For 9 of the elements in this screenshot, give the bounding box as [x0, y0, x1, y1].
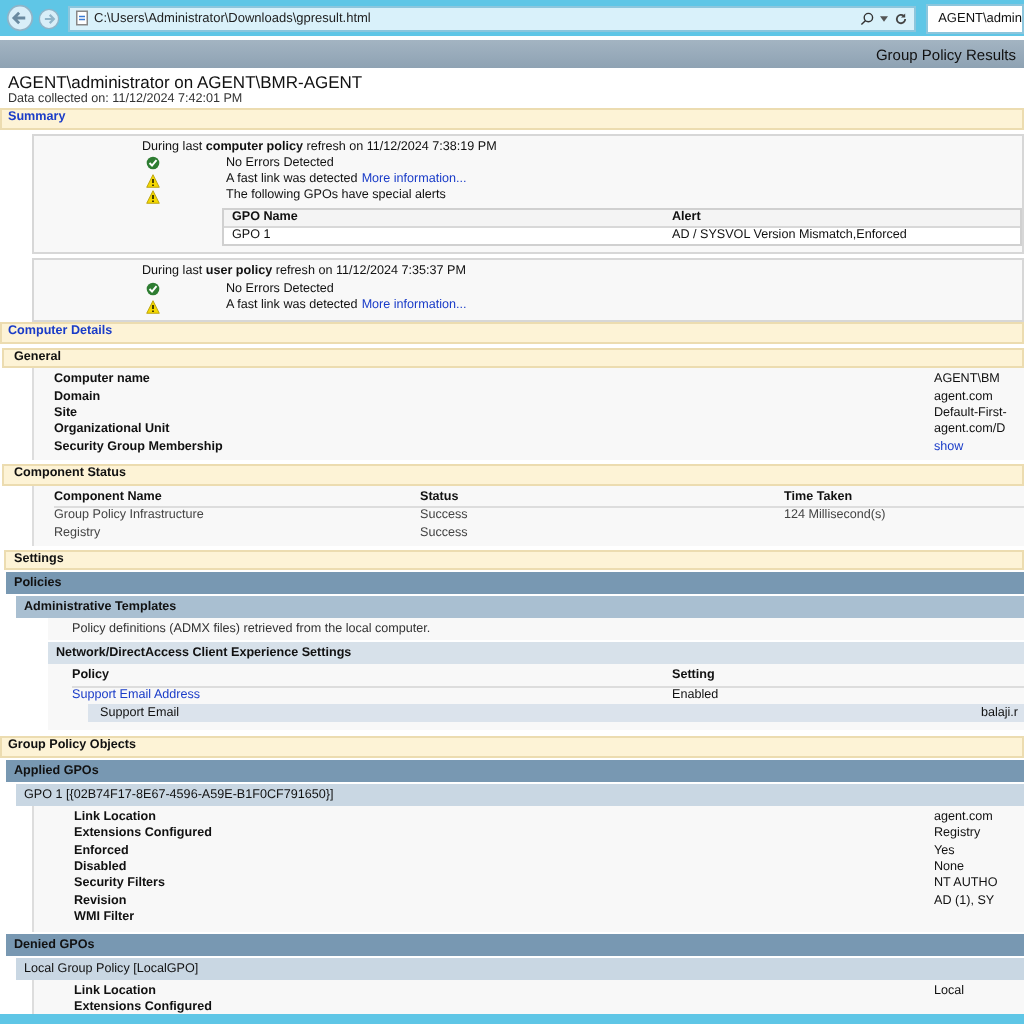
page-icon — [76, 10, 88, 26]
warning-icon — [146, 299, 160, 314]
search-icon[interactable] — [860, 11, 874, 25]
dropdown-icon[interactable] — [880, 15, 888, 21]
refresh-icon[interactable] — [894, 11, 908, 25]
check-circle-icon — [146, 156, 160, 171]
back-icon[interactable] — [6, 4, 34, 32]
check-circle-icon — [146, 282, 160, 297]
report-heading: AGENT\administrator on AGENT\BMR-AGENT — [6, 70, 365, 92]
